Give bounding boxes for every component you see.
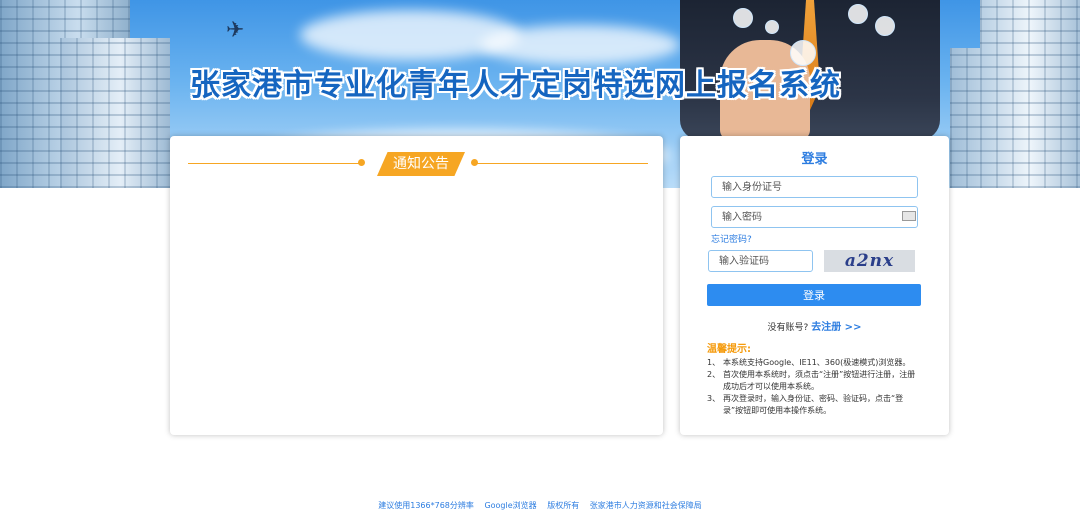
captcha-image[interactable]: a2nx [824, 250, 915, 272]
page-title: 张家港市专业化青年人才定岗特选网上报名系统 [190, 68, 841, 103]
footer-browser: Google浏览器 [484, 501, 537, 510]
notice-panel: 通知公告 [170, 136, 663, 435]
no-account-text: 没有账号? [767, 323, 809, 333]
keyboard-icon[interactable] [902, 211, 916, 221]
tip-number: 2、 [707, 370, 721, 379]
tip-text: 首次使用本系统时，须点击“注册”按钮进行注册，注册成功后才可以使用本系统。 [723, 370, 916, 391]
register-prompt: 没有账号? 去注册 >> [680, 318, 949, 333]
tip-item: 1、 本系统支持Google、IE11、360(极速模式)浏览器。 [707, 357, 921, 369]
captcha-input[interactable] [708, 250, 813, 272]
divider-dot [358, 159, 365, 166]
building-left-2 [60, 38, 170, 188]
tip-text: 再次登录时，输入身份证、密码、验证码，点击“登录”按钮即可使用本操作系统。 [723, 394, 904, 415]
building-right [980, 0, 1080, 188]
cloud [480, 25, 680, 65]
tip-number: 1、 [707, 358, 721, 367]
forgot-password-link[interactable]: 忘记密码? [711, 232, 752, 245]
tip-number: 3、 [707, 394, 721, 403]
tips-list: 1、 本系统支持Google、IE11、360(极速模式)浏览器。 2、 首次使用本… [707, 357, 921, 417]
network-node-icon [733, 8, 753, 28]
divider [188, 163, 360, 164]
tip-item: 3、 再次登录时，输入身份证、密码、验证码，点击“登录”按钮即可使用本操作系统。 [707, 393, 921, 417]
notice-tab[interactable]: 通知公告 [377, 152, 465, 176]
tip-item: 2、 首次使用本系统时，须点击“注册”按钮进行注册，注册成功后才可以使用本系统。 [707, 369, 921, 393]
tip-text: 本系统支持Google、IE11、360(极速模式)浏览器。 [723, 358, 911, 367]
network-node-icon [765, 20, 779, 34]
login-panel: 登录 忘记密码? a2nx 登录 没有账号? 去注册 >> 温馨提示: 1、本系… [680, 136, 949, 435]
footer-copyright: 版权所有 [547, 501, 580, 510]
network-node-icon [848, 4, 868, 24]
footer-resolution: 建议使用1366*768分辨率 [378, 501, 474, 510]
login-button[interactable]: 登录 [707, 284, 921, 306]
divider [476, 163, 648, 164]
network-node-icon [875, 16, 895, 36]
login-title: 登录 [801, 152, 828, 167]
register-link[interactable]: 去注册 >> [811, 322, 861, 333]
id-number-input[interactable] [711, 176, 918, 198]
tips-title: 温馨提示: [707, 344, 751, 355]
password-input[interactable] [711, 206, 918, 228]
footer-owner: 张家港市人力资源和社会保障局 [589, 501, 702, 510]
airplane-icon: ✈ [226, 18, 245, 43]
footer: 建议使用1366*768分辨率 Google浏览器 版权所有 张家港市人力资源和… [0, 500, 1080, 511]
